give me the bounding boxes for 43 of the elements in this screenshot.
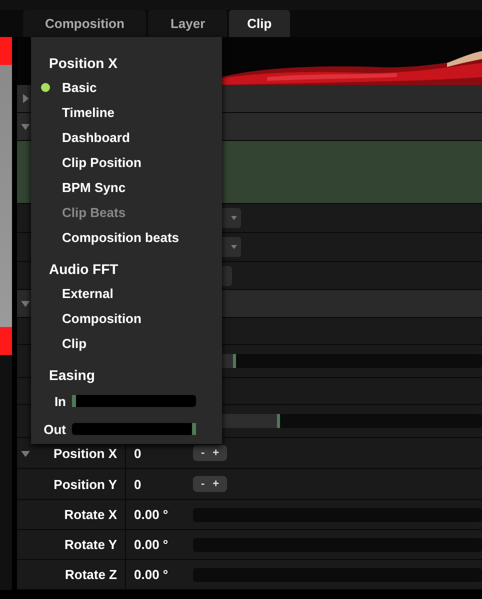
tab[interactable]: Clip (229, 10, 290, 37)
collapse-arrow-icon[interactable] (21, 448, 30, 458)
menu-item[interactable]: BPM Sync (31, 175, 222, 200)
parameter-label: Rotate Z (65, 567, 117, 582)
step-button[interactable]: + (210, 447, 222, 459)
slider-thumb[interactable] (192, 423, 196, 435)
collapse-arrow-icon[interactable] (21, 122, 30, 131)
menu-item[interactable]: Clip Position (31, 150, 222, 175)
menu-item[interactable]: Composition beats (31, 225, 222, 250)
stepper-control[interactable]: - + (193, 476, 228, 492)
parameter-label: Rotate X (64, 507, 117, 522)
parameter-value: 0.00 ° (133, 567, 170, 582)
slider-label: In (53, 394, 66, 408)
slider-label: Out (42, 422, 66, 436)
menu-item[interactable]: Composition (31, 306, 222, 331)
expand-arrow-icon[interactable] (21, 94, 30, 103)
easing-slider[interactable] (72, 395, 196, 407)
stepper-control[interactable]: - + (193, 445, 228, 461)
step-button[interactable]: - (198, 478, 208, 490)
parameter-label: Position Y (54, 476, 117, 492)
parameter-value: 0.00 ° (133, 507, 170, 522)
parameter-value: 0.00 ° (133, 537, 170, 552)
menu-item[interactable]: External (31, 281, 222, 306)
menu-item[interactable]: Basic (31, 75, 222, 100)
caret-icon (231, 245, 237, 249)
step-button[interactable]: + (210, 478, 222, 490)
menu-item[interactable]: Dashboard (31, 125, 222, 150)
slider-thumb[interactable] (72, 395, 76, 407)
tab[interactable]: Composition (23, 10, 146, 37)
menu-item[interactable]: Timeline (31, 100, 222, 125)
collapse-arrow-icon[interactable] (21, 299, 30, 308)
caret-icon (231, 216, 237, 220)
step-button[interactable]: - (198, 447, 208, 459)
parameter-value: 0 (133, 476, 142, 492)
parameter-label: Rotate Y (64, 537, 117, 552)
menu-section-title: Easing (49, 366, 95, 385)
menu-section-title: Audio FFT (49, 260, 118, 279)
parameter-label: Position X (53, 446, 117, 460)
tab[interactable]: Layer (148, 10, 228, 37)
parameter-value: 0 (133, 446, 142, 460)
menu-item[interactable]: Clip (31, 331, 222, 356)
menu-section-title: Position X (49, 54, 118, 73)
easing-slider[interactable] (72, 423, 196, 435)
